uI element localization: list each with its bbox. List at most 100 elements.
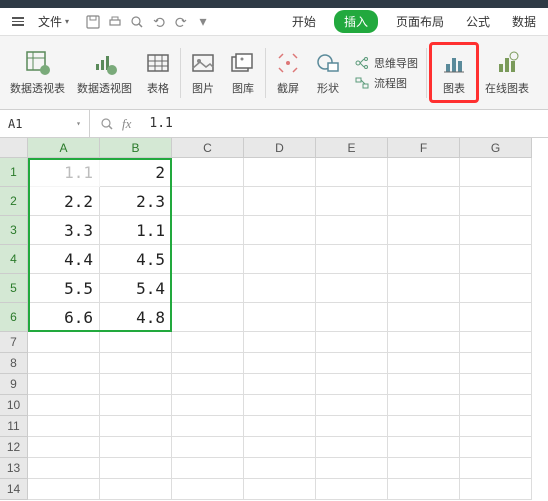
cell-A6[interactable]: 6.6 <box>28 303 100 332</box>
gallery-button[interactable]: 图库 <box>223 36 263 109</box>
cell-C11[interactable] <box>172 416 244 437</box>
function-wizard-icon[interactable] <box>100 117 114 131</box>
row-header-1[interactable]: 1 <box>0 158 28 187</box>
cell-A11[interactable] <box>28 416 100 437</box>
dropdown-icon[interactable]: ▾ <box>195 14 211 30</box>
cell-C3[interactable] <box>172 216 244 245</box>
cell-E10[interactable] <box>316 395 388 416</box>
tab-data[interactable]: 数据 <box>508 10 540 33</box>
cell-G5[interactable] <box>460 274 532 303</box>
cell-A12[interactable] <box>28 437 100 458</box>
cell-D9[interactable] <box>244 374 316 395</box>
tab-formula[interactable]: 公式 <box>462 10 494 33</box>
cell-C14[interactable] <box>172 479 244 500</box>
cell-F7[interactable] <box>388 332 460 353</box>
cell-B7[interactable] <box>100 332 172 353</box>
cell-D1[interactable] <box>244 158 316 187</box>
cell-G9[interactable] <box>460 374 532 395</box>
cell-C2[interactable] <box>172 187 244 216</box>
save-icon[interactable] <box>85 14 101 30</box>
row-header-13[interactable]: 13 <box>0 458 28 479</box>
cell-G8[interactable] <box>460 353 532 374</box>
cell-F13[interactable] <box>388 458 460 479</box>
cell-A3[interactable]: 3.3 <box>28 216 100 245</box>
cell-reference-box[interactable]: A1 ▾ <box>0 110 90 137</box>
tab-layout[interactable]: 页面布局 <box>392 10 448 33</box>
cell-E1[interactable] <box>316 158 388 187</box>
table-button[interactable]: 表格 <box>138 36 178 109</box>
cell-G11[interactable] <box>460 416 532 437</box>
cell-A14[interactable] <box>28 479 100 500</box>
hamburger-icon[interactable] <box>8 13 28 30</box>
cell-G2[interactable] <box>460 187 532 216</box>
cell-E8[interactable] <box>316 353 388 374</box>
cell-G6[interactable] <box>460 303 532 332</box>
cell-A5[interactable]: 5.5 <box>28 274 100 303</box>
cell-D4[interactable] <box>244 245 316 274</box>
cell-B8[interactable] <box>100 353 172 374</box>
online-chart-button[interactable]: 在线图表 <box>479 36 535 109</box>
cell-B9[interactable] <box>100 374 172 395</box>
cell-E13[interactable] <box>316 458 388 479</box>
cell-D14[interactable] <box>244 479 316 500</box>
row-header-9[interactable]: 9 <box>0 374 28 395</box>
cell-A10[interactable] <box>28 395 100 416</box>
cell-E6[interactable] <box>316 303 388 332</box>
shapes-button[interactable]: 形状 <box>308 36 348 109</box>
cell-C13[interactable] <box>172 458 244 479</box>
cell-A13[interactable] <box>28 458 100 479</box>
cell-F10[interactable] <box>388 395 460 416</box>
cell-F5[interactable] <box>388 274 460 303</box>
cell-B4[interactable]: 4.5 <box>100 245 172 274</box>
cell-B2[interactable]: 2.3 <box>100 187 172 216</box>
cell-C7[interactable] <box>172 332 244 353</box>
cell-G1[interactable] <box>460 158 532 187</box>
cell-C12[interactable] <box>172 437 244 458</box>
cell-A9[interactable] <box>28 374 100 395</box>
cell-D8[interactable] <box>244 353 316 374</box>
cell-D12[interactable] <box>244 437 316 458</box>
cell-G12[interactable] <box>460 437 532 458</box>
redo-icon[interactable] <box>173 14 189 30</box>
cell-G13[interactable] <box>460 458 532 479</box>
cell-E4[interactable] <box>316 245 388 274</box>
screenshot-button[interactable]: 截屏 <box>268 36 308 109</box>
cell-B10[interactable] <box>100 395 172 416</box>
cell-B3[interactable]: 1.1 <box>100 216 172 245</box>
column-header-G[interactable]: G <box>460 138 532 158</box>
row-header-10[interactable]: 10 <box>0 395 28 416</box>
cell-C5[interactable] <box>172 274 244 303</box>
cell-G4[interactable] <box>460 245 532 274</box>
file-menu[interactable]: 文件 <box>32 11 75 32</box>
row-header-11[interactable]: 11 <box>0 416 28 437</box>
cell-D13[interactable] <box>244 458 316 479</box>
cell-D11[interactable] <box>244 416 316 437</box>
cell-C9[interactable] <box>172 374 244 395</box>
cell-G7[interactable] <box>460 332 532 353</box>
row-header-8[interactable]: 8 <box>0 353 28 374</box>
cell-F11[interactable] <box>388 416 460 437</box>
cell-A4[interactable]: 4.4 <box>28 245 100 274</box>
cell-A8[interactable] <box>28 353 100 374</box>
cell-E14[interactable] <box>316 479 388 500</box>
cell-E5[interactable] <box>316 274 388 303</box>
chart-button[interactable]: 图表 <box>436 47 472 98</box>
cell-D6[interactable] <box>244 303 316 332</box>
formula-input[interactable]: 1.1 <box>141 116 548 131</box>
cell-C1[interactable] <box>172 158 244 187</box>
print-icon[interactable] <box>107 14 123 30</box>
cell-E9[interactable] <box>316 374 388 395</box>
cell-C6[interactable] <box>172 303 244 332</box>
cell-F2[interactable] <box>388 187 460 216</box>
cell-F8[interactable] <box>388 353 460 374</box>
cell-F6[interactable] <box>388 303 460 332</box>
cell-B13[interactable] <box>100 458 172 479</box>
cell-B14[interactable] <box>100 479 172 500</box>
pivot-chart-button[interactable]: 数据透视图 <box>71 36 138 109</box>
fx-icon[interactable]: fx <box>122 116 131 132</box>
cell-F4[interactable] <box>388 245 460 274</box>
cell-B6[interactable]: 4.8 <box>100 303 172 332</box>
column-header-D[interactable]: D <box>244 138 316 158</box>
cell-F9[interactable] <box>388 374 460 395</box>
cell-E3[interactable] <box>316 216 388 245</box>
